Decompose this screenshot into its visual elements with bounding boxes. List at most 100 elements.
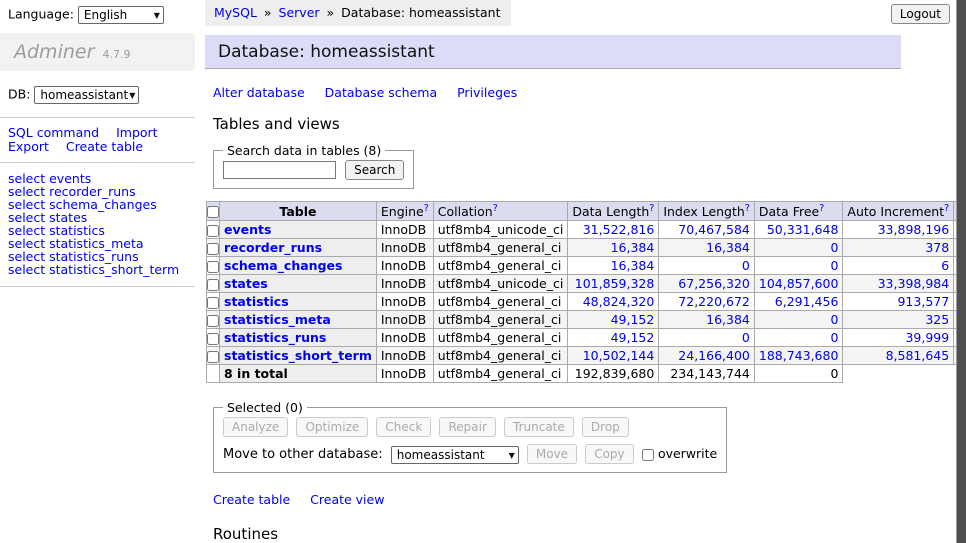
auto-increment-link[interactable]: 33,898,196 <box>878 222 950 237</box>
index-length-link[interactable]: 70,467,584 <box>678 222 750 237</box>
row-checkbox[interactable] <box>207 297 219 309</box>
data-length-link[interactable]: 101,859,328 <box>575 276 655 291</box>
sidebar-action-export[interactable]: Export <box>8 139 49 154</box>
data-free-link[interactable]: 0 <box>830 330 838 345</box>
index-length-link[interactable]: 67,256,320 <box>678 276 750 291</box>
row-checkbox[interactable] <box>207 261 219 273</box>
logout-button[interactable]: Logout <box>891 4 950 24</box>
data-free-link[interactable]: 188,743,680 <box>759 348 839 363</box>
select-all-checkbox[interactable] <box>207 206 219 218</box>
column-help-link[interactable]: ? <box>819 203 824 214</box>
auto-increment-link[interactable]: 33,398,984 <box>878 276 950 291</box>
link-alter-database[interactable]: Alter database <box>213 85 305 100</box>
auto-increment-link[interactable]: 8,581,645 <box>886 348 950 363</box>
db-select[interactable]: homeassistant ▼ <box>34 86 139 104</box>
link-database-schema[interactable]: Database schema <box>325 85 437 100</box>
engine-cell: InnoDB <box>376 329 433 347</box>
repair-button[interactable]: Repair <box>439 417 495 437</box>
breadcrumb-link-mysql[interactable]: MySQL <box>214 5 257 20</box>
data-free-link[interactable]: 50,331,648 <box>767 222 839 237</box>
table-link-statistics[interactable]: statistics <box>224 294 289 309</box>
table-link-schema_changes[interactable]: schema_changes <box>224 258 342 273</box>
breadcrumb-link-server[interactable]: Server <box>279 5 320 20</box>
column-help-link[interactable]: ? <box>424 203 429 214</box>
row-checkbox[interactable] <box>207 315 219 327</box>
adminer-logo[interactable]: Adminer <box>14 41 94 63</box>
row-checkbox[interactable] <box>207 333 219 345</box>
header-checkbox-cell <box>207 202 220 221</box>
optimize-button[interactable]: Optimize <box>296 417 368 437</box>
data-free-cell: 0 <box>754 311 843 329</box>
table-link-statistics_short_term[interactable]: statistics_short_term <box>224 348 372 363</box>
auto-increment-cell: 33,398,984 <box>843 275 954 293</box>
chevron-down-icon: ▼ <box>154 8 160 24</box>
search-button[interactable]: Search <box>345 160 404 180</box>
auto-increment-link[interactable]: 325 <box>925 312 949 327</box>
sidebar-action-sql-command[interactable]: SQL command <box>8 125 99 140</box>
table-link-states[interactable]: states <box>224 276 268 291</box>
index-length-link[interactable]: 16,384 <box>706 312 750 327</box>
column-help-link[interactable]: ? <box>944 203 949 214</box>
index-length-link[interactable]: 24,166,400 <box>678 348 750 363</box>
data-free-link[interactable]: 0 <box>830 312 838 327</box>
column-header-engine: Engine? <box>376 202 433 221</box>
data-length-link[interactable]: 31,522,816 <box>583 222 655 237</box>
column-help-link[interactable]: ? <box>649 203 654 214</box>
auto-increment-link[interactable]: 913,577 <box>897 294 949 309</box>
data-length-link[interactable]: 49,152 <box>611 330 655 345</box>
move-db-select[interactable]: homeassistant ▼ <box>391 446 519 464</box>
data-free-link[interactable]: 0 <box>830 258 838 273</box>
data-length-link[interactable]: 49,152 <box>611 312 655 327</box>
index-length-link[interactable]: 16,384 <box>706 240 750 255</box>
row-checkbox[interactable] <box>207 279 219 291</box>
table-link-statistics_meta[interactable]: statistics_meta <box>224 312 331 327</box>
truncate-button[interactable]: Truncate <box>504 417 574 437</box>
data-length-link[interactable]: 10,502,144 <box>583 348 655 363</box>
auto-increment-link[interactable]: 6 <box>941 258 949 273</box>
data-length-link[interactable]: 16,384 <box>611 258 655 273</box>
column-help-link[interactable]: ? <box>745 203 750 214</box>
data-free-link[interactable]: 0 <box>830 240 838 255</box>
column-header-data-free: Data Free? <box>754 202 843 221</box>
selected-legend: Selected (0) <box>223 400 307 415</box>
data-free-link[interactable]: 104,857,600 <box>759 276 839 291</box>
column-header-index-length: Index Length? <box>659 202 755 221</box>
sidebar-action-create-table[interactable]: Create table <box>66 139 143 154</box>
sidebar-action-import[interactable]: Import <box>116 125 158 140</box>
adminer-version[interactable]: 4.7.9 <box>103 48 131 61</box>
link-privileges[interactable]: Privileges <box>457 85 517 100</box>
table-link-recorder_runs[interactable]: recorder_runs <box>224 240 322 255</box>
table-name-cell: statistics_meta <box>220 311 377 329</box>
create-view-link[interactable]: Create view <box>310 492 384 507</box>
column-help-link[interactable]: ? <box>493 203 498 214</box>
index-length-link[interactable]: 0 <box>742 330 750 345</box>
row-checkbox-cell <box>207 293 220 311</box>
vertical-scrollbar[interactable] <box>956 0 966 543</box>
auto-increment-link[interactable]: 39,999 <box>905 330 949 345</box>
index-length-link[interactable]: 72,220,672 <box>678 294 750 309</box>
data-length-cell: 16,384 <box>568 239 659 257</box>
move-button[interactable]: Move <box>527 444 577 464</box>
row-checkbox[interactable] <box>207 243 219 255</box>
table-link-events[interactable]: events <box>224 222 271 237</box>
row-checkbox[interactable] <box>207 351 219 363</box>
row-checkbox[interactable] <box>207 225 219 237</box>
copy-button[interactable]: Copy <box>585 444 633 464</box>
data-length-link[interactable]: 48,824,320 <box>583 294 655 309</box>
create-table-link[interactable]: Create table <box>213 492 290 507</box>
check-button[interactable]: Check <box>376 417 431 437</box>
analyze-button[interactable]: Analyze <box>223 417 288 437</box>
overwrite-checkbox[interactable] <box>642 449 654 461</box>
data-free-link[interactable]: 6,291,456 <box>775 294 839 309</box>
total-data-free: 0 <box>754 365 843 383</box>
auto-increment-link[interactable]: 378 <box>925 240 949 255</box>
table-link-statistics_runs[interactable]: statistics_runs <box>224 330 326 345</box>
collation-cell: utf8mb4_unicode_ci <box>433 275 568 293</box>
search-input[interactable] <box>223 161 336 179</box>
index-length-link[interactable]: 0 <box>742 258 750 273</box>
logo-block: Adminer 4.7.9 <box>0 33 195 71</box>
drop-button[interactable]: Drop <box>582 417 629 437</box>
data-length-link[interactable]: 16,384 <box>611 240 655 255</box>
sidebar-select-statistics_short_term[interactable]: select statistics_short_term <box>8 263 195 276</box>
language-select[interactable]: English ▼ <box>78 6 164 24</box>
